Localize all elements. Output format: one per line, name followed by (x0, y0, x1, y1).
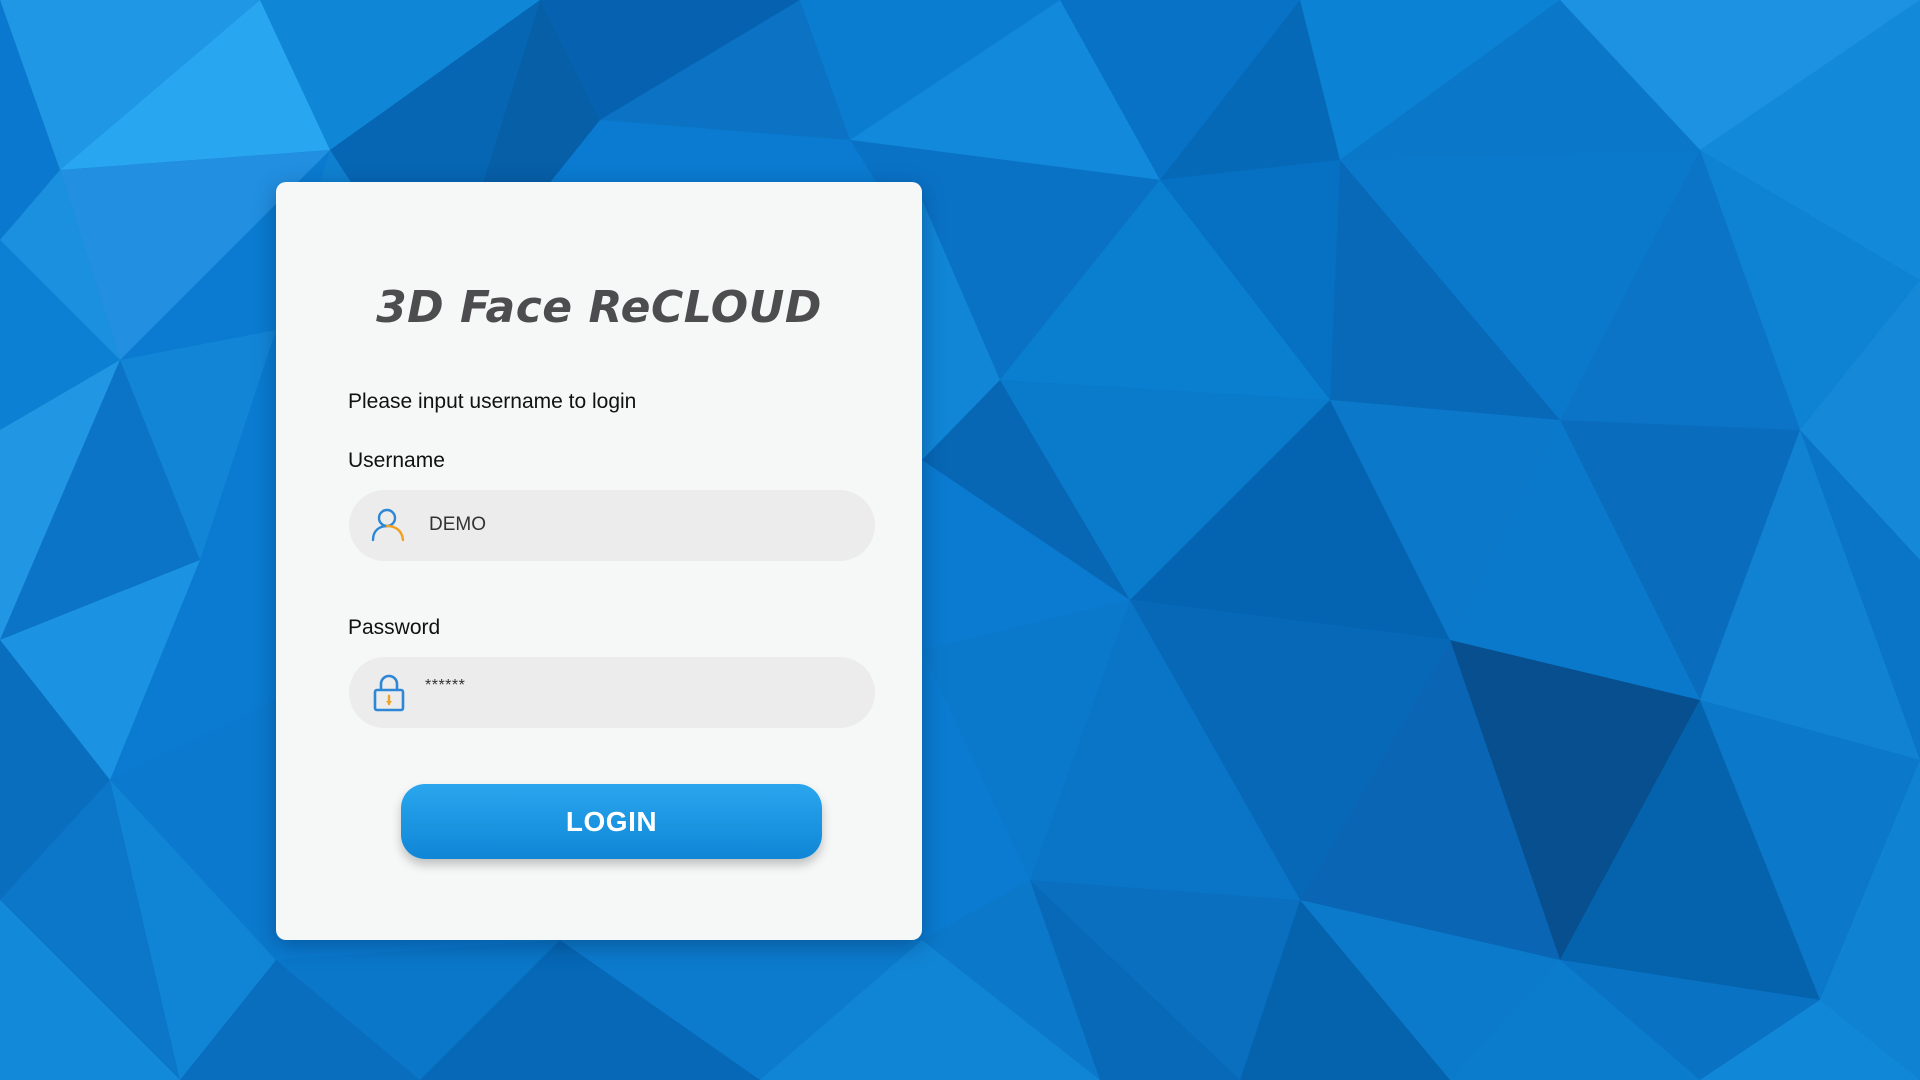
username-label: Username (348, 449, 445, 472)
login-card: 3D Face ReCLOUD Please input username to… (276, 182, 922, 940)
password-field[interactable]: ****** (349, 657, 875, 728)
login-button[interactable]: LOGIN (401, 784, 822, 859)
password-input[interactable]: ****** (425, 677, 465, 695)
user-icon (370, 506, 408, 546)
login-hint: Please input username to login (348, 390, 637, 413)
app-logo-title: 3D Face ReCLOUD (376, 282, 822, 333)
username-field[interactable]: DEMO (349, 490, 875, 561)
lock-icon (370, 673, 408, 713)
password-label: Password (348, 616, 441, 639)
username-input[interactable]: DEMO (429, 514, 486, 536)
